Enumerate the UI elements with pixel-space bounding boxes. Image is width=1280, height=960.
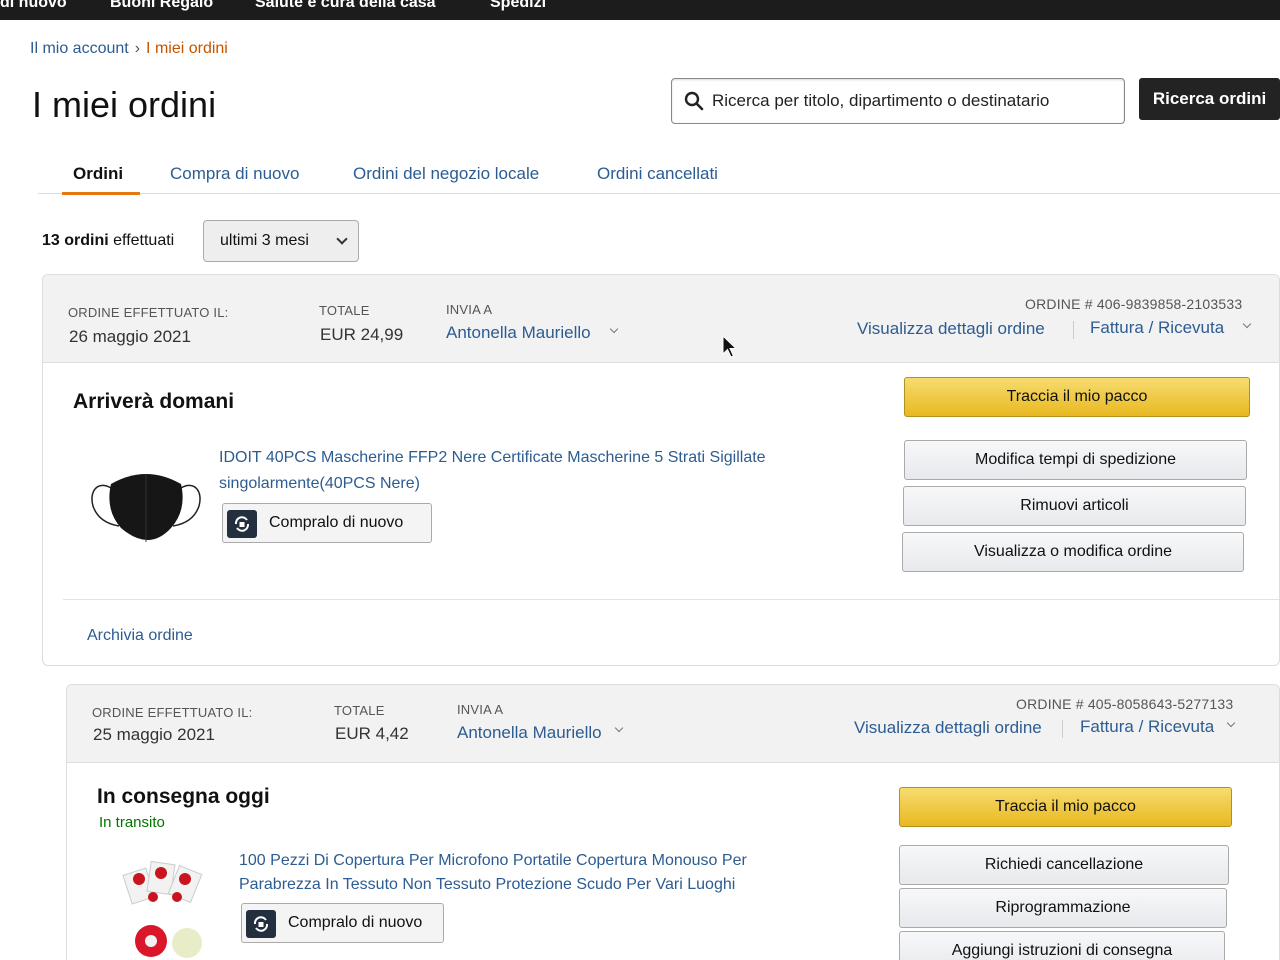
chevron-down-icon <box>609 324 619 334</box>
order-tabs: Ordini Compra di nuovo Ordini del negozi… <box>38 150 1280 195</box>
delivery-status: Arriverà domani <box>73 390 235 413</box>
breadcrumb-current: I miei ordini <box>146 40 228 57</box>
order-total-label: TOTALE <box>334 703 385 718</box>
order-search-box <box>671 78 1125 124</box>
section-divider <box>63 599 1279 600</box>
active-tab-indicator <box>62 192 140 195</box>
top-nav: di nuovo Buoni Regalo Salute e cura dell… <box>0 0 1280 20</box>
product-title-link[interactable]: IDOIT 40PCS Mascherine FFP2 Nere Certifi… <box>219 445 829 497</box>
track-package-button[interactable]: Traccia il mio pacco <box>899 787 1232 827</box>
top-nav-item[interactable]: di nuovo <box>0 0 67 12</box>
invoice-link[interactable]: Fattura / Ricevuta <box>1080 717 1214 737</box>
order-date: 26 maggio 2021 <box>69 327 191 346</box>
order-header: ORDINE EFFETTUATO IL: 26 maggio 2021 TOT… <box>43 275 1279 363</box>
time-period-value: ultimi 3 mesi <box>220 232 309 249</box>
order-number: ORDINE # 406-9839858-2103533 <box>1025 296 1243 312</box>
change-shipping-time-button[interactable]: Modifica tempi di spedizione <box>904 440 1247 480</box>
breadcrumb-separator: › <box>134 40 141 57</box>
order-total: EUR 4,42 <box>335 724 409 743</box>
buy-again-icon <box>227 510 257 538</box>
ship-to-recipient-link[interactable]: Antonella Mauriello <box>446 323 591 343</box>
orders-count: 13 ordini effettuati <box>42 232 174 250</box>
ship-to-label: INVIA A <box>457 702 504 717</box>
order-search-input[interactable] <box>712 85 1117 117</box>
reschedule-button[interactable]: Riprogrammazione <box>899 888 1227 928</box>
ship-to-label: INVIA A <box>446 302 493 317</box>
buy-again-icon <box>246 910 276 938</box>
search-icon <box>684 91 704 111</box>
order-date-label: ORDINE EFFETTUATO IL: <box>92 705 253 720</box>
breadcrumb: Il mio account › I miei ordini <box>30 40 228 58</box>
chevron-down-icon <box>1226 718 1236 728</box>
orders-count-number: 13 ordini <box>42 232 109 249</box>
delivery-status: In consegna oggi <box>97 785 270 808</box>
product-image <box>91 474 201 542</box>
chevron-down-icon <box>1242 319 1252 329</box>
link-separator <box>1073 321 1074 339</box>
product-image <box>122 860 203 958</box>
track-package-button[interactable]: Traccia il mio pacco <box>904 377 1250 417</box>
mouse-cursor-icon <box>722 335 738 358</box>
link-separator <box>1062 720 1063 738</box>
remove-items-button[interactable]: Rimuovi articoli <box>903 486 1246 526</box>
order-card: ORDINE EFFETTUATO IL: 25 maggio 2021 TOT… <box>66 684 1280 960</box>
chevron-down-icon <box>336 233 348 245</box>
order-date-label: ORDINE EFFETTUATO IL: <box>68 305 229 320</box>
order-header: ORDINE EFFETTUATO IL: 25 maggio 2021 TOT… <box>67 685 1279 763</box>
order-date: 25 maggio 2021 <box>93 725 215 744</box>
add-delivery-instructions-button[interactable]: Aggiungi istruzioni di consegna <box>899 931 1225 960</box>
orders-count-suffix: effettuati <box>108 232 175 249</box>
ship-to-recipient-link[interactable]: Antonella Mauriello <box>457 723 602 743</box>
order-total-label: TOTALE <box>319 303 370 318</box>
buy-again-label: Compralo di nuovo <box>288 914 423 931</box>
tab-buy-again[interactable]: Compra di nuovo <box>170 164 299 184</box>
time-period-dropdown[interactable]: ultimi 3 mesi <box>203 220 359 262</box>
order-card: ORDINE EFFETTUATO IL: 26 maggio 2021 TOT… <box>42 274 1280 666</box>
archive-order-link[interactable]: Archivia ordine <box>87 627 193 645</box>
buy-again-label: Compralo di nuovo <box>269 514 404 531</box>
order-total: EUR 24,99 <box>320 325 404 344</box>
tab-cancelled-orders[interactable]: Ordini cancellati <box>597 164 718 184</box>
transit-status: In transito <box>99 814 165 831</box>
order-number: ORDINE # 405-8058643-5277133 <box>1016 696 1234 712</box>
tab-local-store-orders[interactable]: Ordini del negozio locale <box>353 164 539 184</box>
top-nav-item[interactable]: Spedizi <box>490 0 546 12</box>
product-title-link[interactable]: 100 Pezzi Di Copertura Per Microfono Por… <box>239 849 819 897</box>
view-edit-order-button[interactable]: Visualizza o modifica ordine <box>902 532 1244 572</box>
view-order-details-link[interactable]: Visualizza dettagli ordine <box>857 319 1045 339</box>
buy-again-button[interactable]: Compralo di nuovo <box>222 503 432 543</box>
tab-orders[interactable]: Ordini <box>73 164 123 184</box>
chevron-down-icon <box>614 723 624 733</box>
page-title: I miei ordini <box>32 84 217 125</box>
request-cancellation-button[interactable]: Richiedi cancellazione <box>899 845 1229 885</box>
invoice-link[interactable]: Fattura / Ricevuta <box>1090 318 1224 338</box>
top-nav-item[interactable]: Buoni Regalo <box>110 0 213 12</box>
breadcrumb-account-link[interactable]: Il mio account <box>30 40 129 57</box>
top-nav-item[interactable]: Salute e cura della casa <box>255 0 436 12</box>
search-orders-button[interactable]: Ricerca ordini <box>1139 78 1280 120</box>
buy-again-button[interactable]: Compralo di nuovo <box>241 903 444 943</box>
view-order-details-link[interactable]: Visualizza dettagli ordine <box>854 718 1042 738</box>
